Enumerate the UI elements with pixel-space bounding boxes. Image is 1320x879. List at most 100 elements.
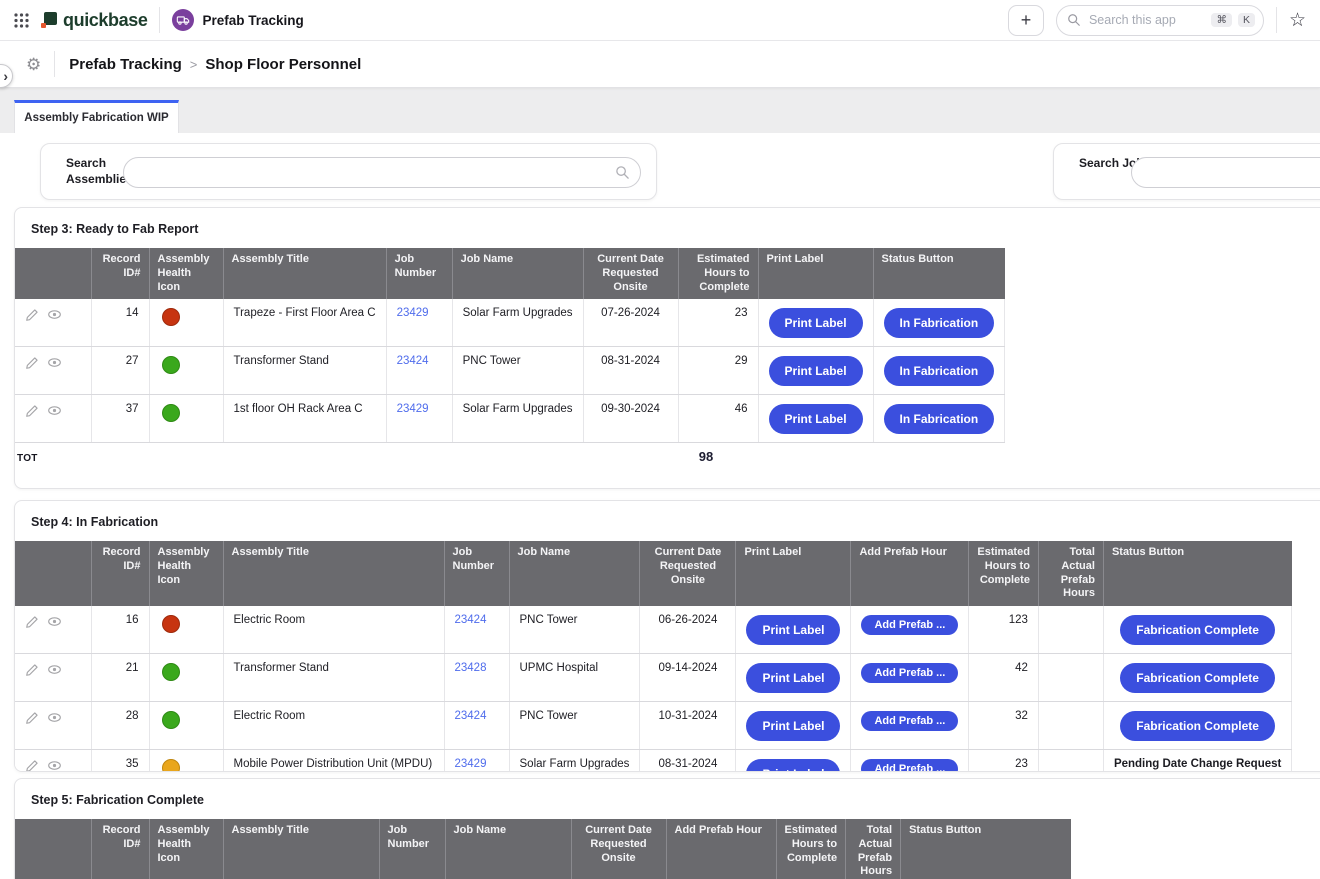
search-assemblies-field[interactable] <box>123 157 641 188</box>
cell-assembly_title: Trapeze - First Floor Area C <box>223 299 386 347</box>
edit-pencil-icon[interactable] <box>25 759 39 772</box>
quickbase-logo-icon <box>41 12 57 28</box>
job-number-link[interactable]: 23429 <box>397 403 429 415</box>
totals-label: TOT <box>17 453 38 464</box>
edit-pencil-icon[interactable] <box>25 356 39 370</box>
cell-assembly_title: 1st floor OH Rack Area C <box>223 395 386 443</box>
column-header-status: Status Button <box>1103 541 1291 606</box>
view-eye-icon[interactable] <box>47 710 62 725</box>
column-header-total_hours: Total Actual Prefab Hours <box>1038 541 1103 606</box>
add_prefab-button[interactable]: Add Prefab ... <box>861 615 958 635</box>
job-number-link[interactable]: 23424 <box>455 710 487 722</box>
cell-job_number: 23424 <box>386 347 452 395</box>
column-header-job_name: Job Name <box>452 248 583 299</box>
tab-label: Assembly Fabrication WIP <box>24 112 168 124</box>
job-number-link[interactable]: 23429 <box>455 758 487 770</box>
view-eye-icon[interactable] <box>47 758 62 772</box>
topbar-divider <box>159 7 160 33</box>
app-window: quickbase Prefab Tracking + <box>0 0 1320 879</box>
print_label-button[interactable]: Print Label <box>769 356 863 386</box>
topbar: quickbase Prefab Tracking + <box>0 0 1320 41</box>
cell-date_requested: 07-26-2024 <box>583 299 678 347</box>
app-home-link[interactable]: Prefab Tracking <box>172 9 303 31</box>
cell-add_prefab: Add Prefab ... <box>851 606 969 654</box>
view-eye-icon[interactable] <box>47 355 62 370</box>
search-jobs-input[interactable] <box>1142 165 1320 181</box>
print_label-button[interactable]: Print Label <box>746 663 840 693</box>
cell-status: Pending Date Change Request <box>1103 750 1291 773</box>
cell-status: Fabrication Complete <box>1103 702 1291 750</box>
step4-header-row: Record ID#Assembly Health IconAssembly T… <box>15 541 1292 606</box>
search-assemblies-input[interactable] <box>134 165 615 181</box>
grid-dots <box>14 13 29 28</box>
edit-pencil-icon[interactable] <box>25 308 39 322</box>
breadcrumb-separator: > <box>190 57 198 72</box>
print_label-button[interactable]: Print Label <box>769 404 863 434</box>
cell-print_label: Print Label <box>758 299 873 347</box>
status-button[interactable]: Fabrication Complete <box>1120 615 1275 645</box>
cell-record_id: 14 <box>91 299 149 347</box>
status-button[interactable]: In Fabrication <box>884 356 995 386</box>
cell-est_hours: 42 <box>969 654 1039 702</box>
column-header-health: Assembly Health Icon <box>149 819 223 879</box>
column-header-record_id: Record ID# <box>91 541 149 606</box>
app-switcher-grid-icon[interactable] <box>14 13 29 28</box>
tab-assembly-fabrication-wip[interactable]: Assembly Fabrication WIP <box>14 100 179 133</box>
search-jobs-field[interactable] <box>1131 157 1320 188</box>
print_label-button[interactable]: Print Label <box>746 615 840 645</box>
quickbase-logo[interactable]: quickbase <box>41 10 147 31</box>
cell-record_id: 16 <box>91 606 149 654</box>
new-item-button[interactable]: + <box>1008 5 1044 36</box>
add_prefab-button[interactable]: Add Prefab ... <box>861 663 958 683</box>
app-name: Prefab Tracking <box>202 13 303 28</box>
status-button[interactable]: Fabrication Complete <box>1120 663 1275 693</box>
view-eye-icon[interactable] <box>47 403 62 418</box>
cell-record_id: 27 <box>91 347 149 395</box>
assembly-health-icon <box>162 663 180 681</box>
cell-health <box>149 702 223 750</box>
cell-date_requested: 08-31-2024 <box>640 750 736 773</box>
add_prefab-button[interactable]: Add Prefab ... <box>861 711 958 731</box>
print_label-button[interactable]: Print Label <box>746 711 840 741</box>
cell-actions <box>15 606 91 654</box>
column-header-print_label: Print Label <box>736 541 851 606</box>
favorite-star-icon[interactable]: ☆ <box>1289 11 1306 30</box>
column-header-record_id: Record ID# <box>91 819 149 879</box>
cell-status: Fabrication Complete <box>1103 606 1291 654</box>
settings-gear-icon[interactable]: ⚙ <box>26 56 41 73</box>
status-button[interactable]: In Fabrication <box>884 404 995 434</box>
print_label-button[interactable]: Print Label <box>769 308 863 338</box>
add_prefab-button[interactable]: Add Prefab ... <box>861 759 958 772</box>
edit-pencil-icon[interactable] <box>25 615 39 629</box>
cell-total_hours <box>1038 750 1103 773</box>
view-eye-icon[interactable] <box>47 662 62 677</box>
edit-pencil-icon[interactable] <box>25 663 39 677</box>
print_label-button[interactable]: Print Label <box>746 759 840 772</box>
cell-status: In Fabrication <box>873 347 1005 395</box>
cell-job_name: UPMC Hospital <box>509 654 640 702</box>
cell-assembly_title: Transformer Stand <box>223 347 386 395</box>
main-content: Search Assemblies Search Jobs Step 3: Re… <box>0 133 1320 879</box>
cell-job_number: 23429 <box>386 299 452 347</box>
app-search-input[interactable] <box>1087 12 1205 28</box>
cell-health <box>149 750 223 773</box>
breadcrumb-page: Shop Floor Personnel <box>205 56 361 73</box>
breadcrumb-app[interactable]: Prefab Tracking <box>69 56 182 73</box>
cell-date_requested: 09-14-2024 <box>640 654 736 702</box>
column-header-record_id: Record ID# <box>91 248 149 299</box>
topbar-left: quickbase Prefab Tracking <box>14 7 304 33</box>
cell-health <box>149 606 223 654</box>
view-eye-icon[interactable] <box>47 614 62 629</box>
cell-job_number: 23429 <box>386 395 452 443</box>
job-number-link[interactable]: 23424 <box>455 614 487 626</box>
status-button[interactable]: In Fabrication <box>884 308 995 338</box>
job-number-link[interactable]: 23424 <box>397 355 429 367</box>
view-eye-icon[interactable] <box>47 307 62 322</box>
job-number-link[interactable]: 23428 <box>455 662 487 674</box>
status-button[interactable]: Fabrication Complete <box>1120 711 1275 741</box>
edit-pencil-icon[interactable] <box>25 404 39 418</box>
column-header-job_number: Job Number <box>386 248 452 299</box>
app-search-box[interactable]: ⌘ K <box>1056 5 1264 36</box>
job-number-link[interactable]: 23429 <box>397 307 429 319</box>
edit-pencil-icon[interactable] <box>25 711 39 725</box>
